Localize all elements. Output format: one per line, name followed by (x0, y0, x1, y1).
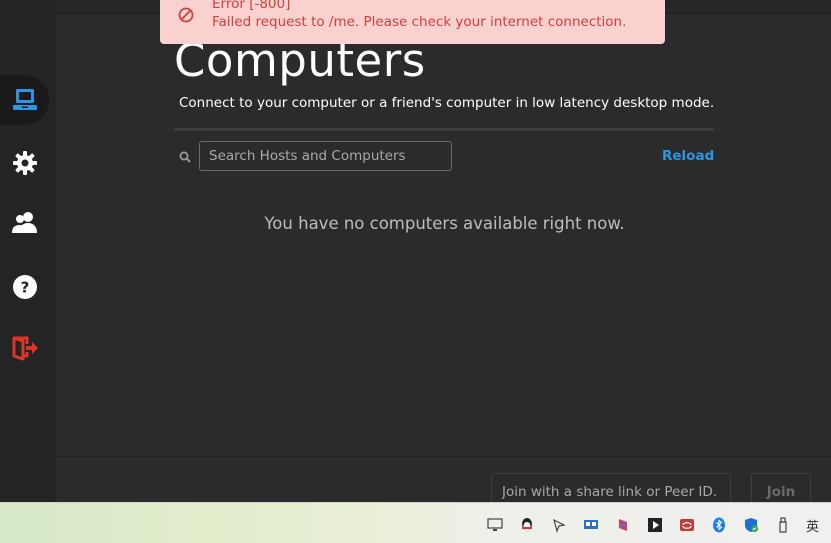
toast-message: Failed request to /me. Please check your… (212, 14, 627, 30)
cursor-tool-icon[interactable] (551, 517, 567, 533)
divider (174, 128, 714, 131)
toast-title: Error [-800] (212, 0, 291, 12)
help-icon: ? (13, 275, 37, 299)
error-toast[interactable]: Error [-800] Failed request to /me. Plea… (160, 0, 665, 44)
search-icon (179, 151, 191, 163)
app-window: ? Computers Connect to your computer or … (0, 0, 831, 509)
taskbar: 英 (0, 502, 831, 543)
computer-icon (12, 89, 37, 110)
sidebar-item-logout[interactable] (0, 323, 50, 373)
bluetooth-icon[interactable] (711, 517, 727, 533)
usb-drive-icon[interactable] (775, 517, 791, 533)
remote-desktop-icon[interactable] (583, 517, 599, 533)
display-icon[interactable] (487, 517, 503, 533)
page-subtitle: Connect to your computer or a friend's c… (179, 95, 715, 111)
footer-bar: Join (56, 456, 831, 509)
users-icon (12, 212, 37, 233)
sync-tray-icon[interactable] (679, 517, 695, 533)
reload-button[interactable]: Reload (662, 148, 714, 164)
sidebar-item-settings[interactable] (0, 138, 50, 188)
logout-icon (12, 336, 38, 361)
media-player-icon[interactable] (647, 517, 663, 533)
input-language-indicator[interactable]: 英 (806, 516, 819, 535)
gear-icon (13, 151, 37, 175)
search-input[interactable] (199, 141, 452, 171)
sidebar: ? (0, 0, 56, 502)
sidebar-item-friends[interactable] (0, 198, 50, 248)
sidebar-item-help[interactable]: ? (0, 262, 50, 312)
qq-icon[interactable] (519, 517, 535, 533)
svg-text:?: ? (21, 279, 30, 297)
error-icon (178, 7, 194, 23)
main-content: Computers Connect to your computer or a … (56, 14, 831, 456)
empty-state-message: You have no computers available right no… (264, 214, 625, 233)
security-shield-icon[interactable] (743, 517, 759, 533)
app-tray-icon[interactable] (615, 517, 631, 533)
sidebar-item-computers[interactable] (0, 75, 49, 125)
